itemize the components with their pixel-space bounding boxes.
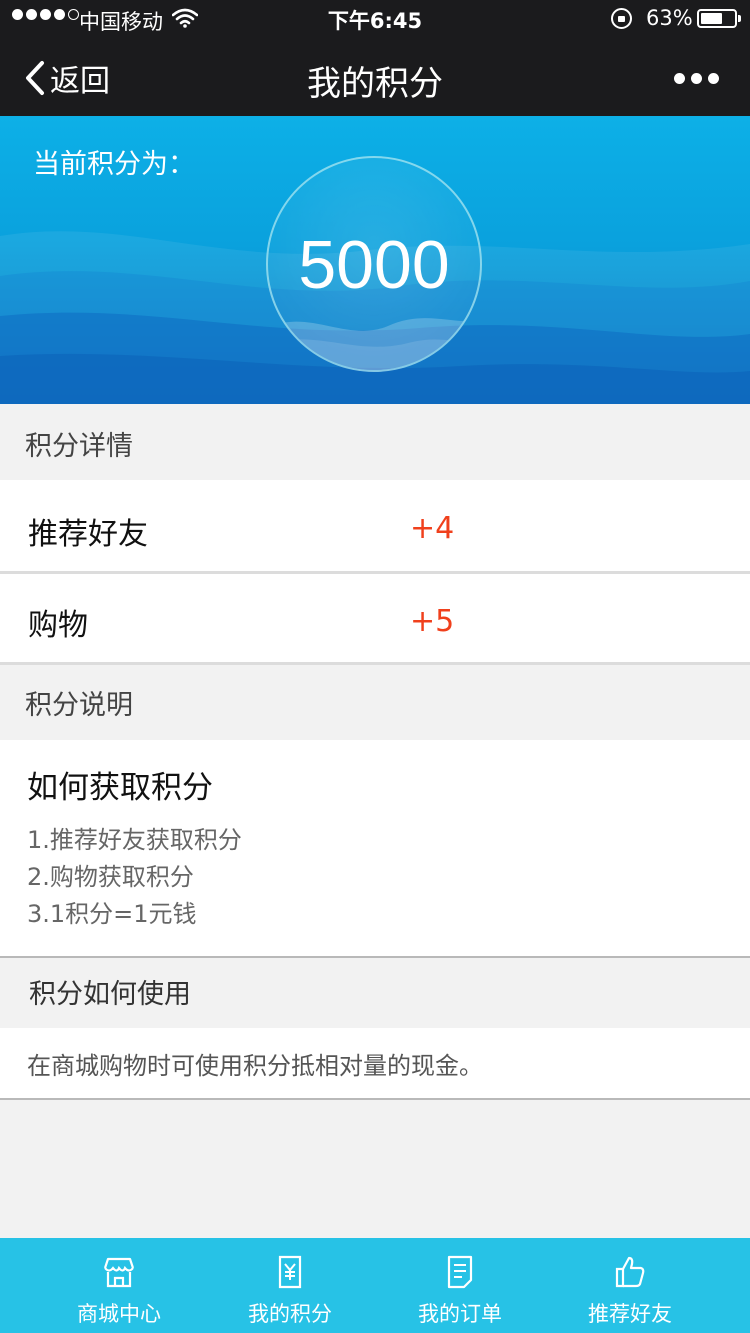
list-item: 1.推荐好友获取积分 xyxy=(27,826,242,854)
current-points-label: 当前积分为： xyxy=(33,149,195,180)
how-to-earn-list: 1.推荐好友获取积分 2.购物获取积分 3.1积分=1元钱 xyxy=(27,822,242,933)
how-to-earn-card: 如何获取积分 1.推荐好友获取积分 2.购物获取积分 3.1积分=1元钱 xyxy=(0,740,750,956)
tab-label: 商城中心 xyxy=(77,1302,161,1326)
page-title: 我的积分 xyxy=(307,64,443,104)
status-time: 下午6:45 xyxy=(327,9,423,33)
list-item: 2.购物获取积分 xyxy=(27,863,194,891)
usage-heading-text: 积分如何使用 xyxy=(29,979,191,1010)
explanation-heading-text: 积分说明 xyxy=(25,690,133,721)
usage-card: 在商城购物时可使用积分抵相对量的现金。 xyxy=(0,1028,750,1098)
points-value: 5000 xyxy=(298,227,450,303)
detail-name: 购物 xyxy=(28,608,88,643)
shop-icon xyxy=(103,1257,135,1288)
section-divider xyxy=(0,1098,750,1100)
tab-recommend-friends[interactable]: 推荐好友 xyxy=(545,1238,715,1333)
usage-text: 在商城购物时可使用积分抵相对量的现金。 xyxy=(27,1052,483,1080)
detail-value: +5 xyxy=(410,604,455,639)
thumbs-up-icon xyxy=(615,1256,645,1288)
tab-my-points[interactable]: 我的积分 xyxy=(205,1238,375,1333)
points-receipt-icon xyxy=(278,1255,302,1289)
more-dot-icon xyxy=(708,72,719,84)
bottom-tab-bar: 商城中心 我的积分 我的订单 推荐好友 xyxy=(0,1238,750,1333)
more-menu-button[interactable] xyxy=(674,66,720,90)
how-to-earn-title: 如何获取积分 xyxy=(27,770,213,806)
details-heading: 积分详情 xyxy=(0,404,750,480)
tab-label: 推荐好友 xyxy=(588,1302,672,1326)
more-dot-icon xyxy=(691,72,702,84)
battery-icon xyxy=(697,9,741,28)
list-item: 3.1积分=1元钱 xyxy=(27,900,197,928)
points-detail-row[interactable]: 购物 +5 xyxy=(0,574,750,665)
status-bar: 中国移动 下午6:45 63% xyxy=(0,0,750,38)
order-document-icon xyxy=(447,1255,473,1289)
tab-label: 我的积分 xyxy=(248,1302,332,1326)
orientation-lock-icon xyxy=(611,8,632,29)
tab-my-orders[interactable]: 我的订单 xyxy=(375,1238,545,1333)
tab-shop-center[interactable]: 商城中心 xyxy=(34,1238,204,1333)
usage-heading: 积分如何使用 xyxy=(0,958,750,1028)
more-dot-icon xyxy=(674,72,685,84)
explanation-heading: 积分说明 xyxy=(0,665,750,740)
points-detail-row[interactable]: 推荐好友 +4 xyxy=(0,480,750,574)
detail-name: 推荐好友 xyxy=(28,517,148,552)
navigation-bar: 返回 我的积分 xyxy=(0,38,750,116)
points-hero-banner: 当前积分为： 5000 xyxy=(0,116,750,404)
points-circle: 5000 xyxy=(266,156,482,372)
tab-label: 我的订单 xyxy=(418,1302,502,1326)
top-bar: 中国移动 下午6:45 63% 返回 我的积分 xyxy=(0,0,750,116)
detail-value: +4 xyxy=(410,511,455,546)
details-heading-text: 积分详情 xyxy=(25,431,133,462)
battery-percentage: 63% xyxy=(646,6,693,30)
